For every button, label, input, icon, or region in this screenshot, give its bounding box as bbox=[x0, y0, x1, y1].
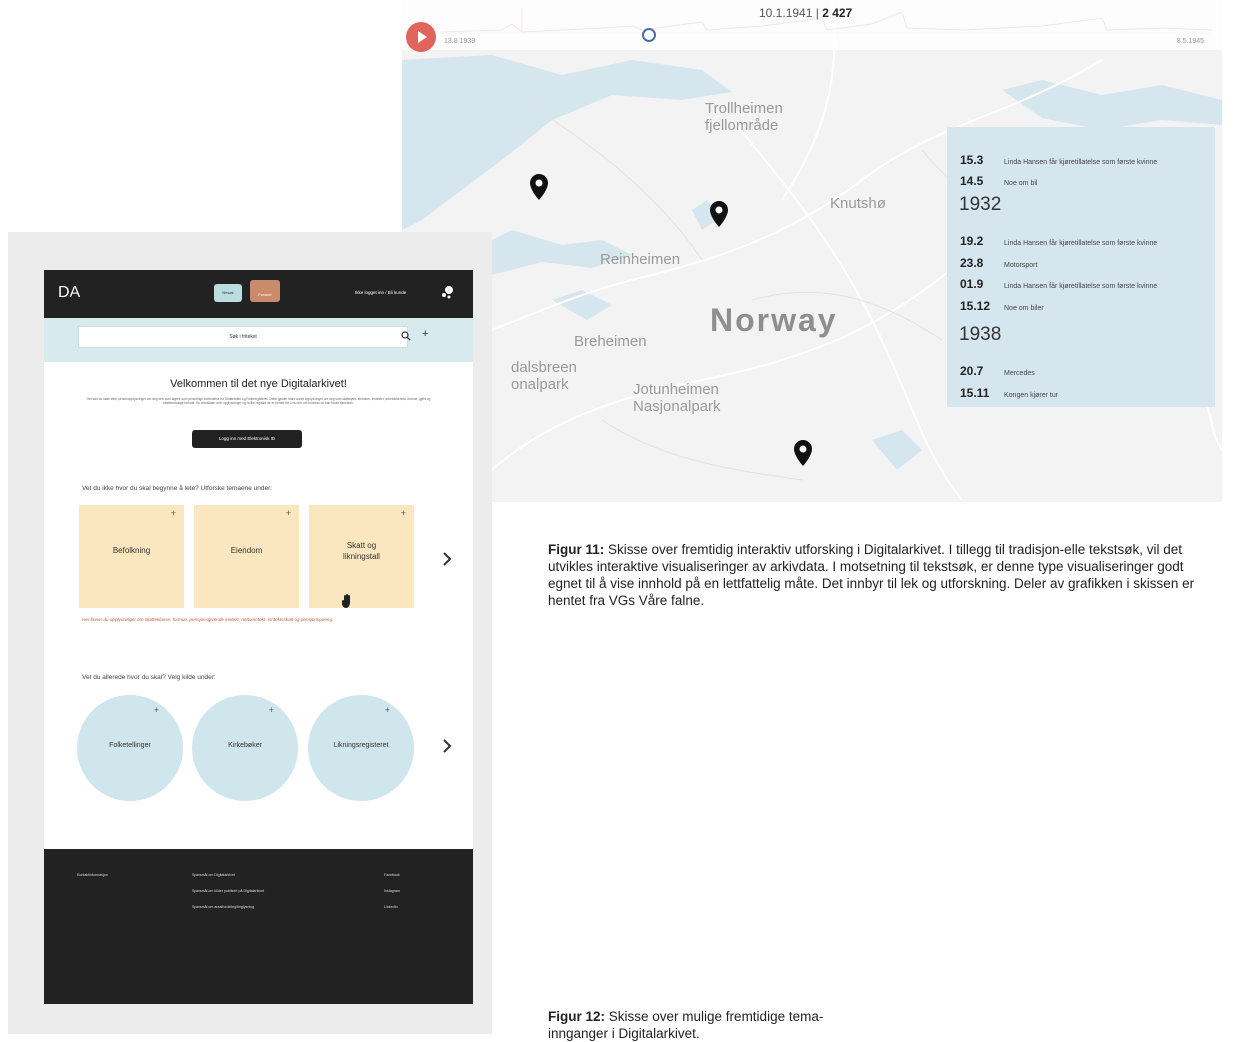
map-label-trollheimen: Trollheimen fjellområde bbox=[705, 100, 783, 134]
source-folketellinger[interactable]: + Folketellinger bbox=[77, 695, 183, 801]
theme-note: Her finner du opplysninger om skatteklas… bbox=[82, 617, 334, 622]
website-mockup: DA Besøk Forsker Ikke logget inn / Bli k… bbox=[44, 270, 473, 1004]
play-button[interactable] bbox=[406, 22, 436, 52]
map-pin-icon[interactable] bbox=[794, 440, 812, 466]
themes-title: Vet du ikke hvor du skal begynne å lete?… bbox=[82, 485, 273, 492]
site-header: DA Besøk Forsker Ikke logget inn / Bli k… bbox=[44, 270, 473, 318]
add-button[interactable]: + bbox=[422, 328, 428, 340]
timeline-start-label: 13.8.1939 bbox=[444, 38, 476, 45]
theme-card-skatt[interactable]: + Skatt og likningstall bbox=[309, 505, 414, 608]
search-icon[interactable] bbox=[401, 331, 411, 341]
figure-12-caption: Figur 12: Skisse over mulige fremtidige … bbox=[548, 1009, 824, 1041]
site-logo[interactable]: DA bbox=[58, 284, 80, 302]
event-row[interactable]: 01.9 Linda Hansen får kjøretillatelse som… bbox=[960, 275, 1157, 291]
researcher-bubble[interactable]: Forsker bbox=[250, 280, 280, 302]
timeline-readout: 10.1.1941 | 2 427 bbox=[759, 6, 853, 20]
login-bankid-button[interactable]: Logg inn med Elektronisk ID bbox=[192, 430, 302, 448]
plus-icon: + bbox=[153, 705, 159, 715]
visitor-bubble[interactable]: Besøk bbox=[214, 284, 242, 302]
figure-11-caption: Figur 11: Skisse over fremtidig interakt… bbox=[548, 542, 1195, 608]
map-label-reinheimen: Reinheimen bbox=[600, 251, 681, 268]
event-row[interactable]: 19.2 Linda Hansen får kjøretillatelse som… bbox=[960, 232, 1157, 248]
map-label-dalsbreen: dalsbreen onalpark bbox=[511, 359, 577, 393]
footer-link-linkedin[interactable]: LinkedIn bbox=[384, 905, 398, 909]
map-label-norway: Norway bbox=[710, 302, 838, 338]
footer-link[interactable]: Spørsmål om kilder publisert på Digitala… bbox=[192, 889, 264, 893]
event-row[interactable]: 23.8 Motorsport bbox=[960, 254, 1037, 270]
event-row[interactable]: 15.3 Linda Hansen får kjøretillatelse som… bbox=[960, 151, 1157, 167]
hand-cursor-icon bbox=[342, 594, 350, 608]
event-row[interactable]: 20.7 Mercedes bbox=[960, 362, 1035, 378]
search-input[interactable]: Søk i fritekst bbox=[78, 326, 408, 348]
plus-icon: + bbox=[400, 508, 406, 518]
profile-icon[interactable] bbox=[440, 284, 456, 300]
sources-next-chevron-icon[interactable] bbox=[442, 738, 452, 754]
themes-next-chevron-icon[interactable] bbox=[442, 551, 452, 567]
map-pin-icon[interactable] bbox=[710, 201, 728, 227]
source-likningsregisteret[interactable]: + Likningsregisteret bbox=[308, 695, 414, 801]
map-label-jotunheimen: Jotunheimen Nasjonalpark bbox=[633, 381, 721, 415]
source-kirkeboker[interactable]: + Kirkebøker bbox=[192, 695, 298, 801]
intro-text: Her kan du søke etter personopplysninger… bbox=[86, 397, 431, 406]
event-year: 1932 bbox=[959, 194, 1002, 215]
footer-link[interactable]: Spørsmål om arealfordeling/tinglysning bbox=[192, 905, 254, 909]
timeline-end-label: 8.5.1945 bbox=[1176, 38, 1204, 45]
theme-card-eiendom[interactable]: + Eiendom bbox=[194, 505, 299, 608]
map-label-knutsho: Knutshø bbox=[830, 195, 886, 212]
map-pin-icon[interactable] bbox=[530, 174, 548, 200]
footer-link-facebook[interactable]: Facebook bbox=[384, 873, 400, 877]
event-row[interactable]: 14.5 Noe om bil bbox=[960, 172, 1037, 188]
footer-link[interactable]: Kontaktinformasjon bbox=[77, 873, 108, 877]
plus-icon: + bbox=[170, 508, 176, 518]
sources-title: Vet du allerede hvor du skal? Velg kilde… bbox=[82, 674, 216, 681]
website-mockup-frame: DA Besøk Forsker Ikke logget inn / Bli k… bbox=[8, 232, 492, 1034]
login-link[interactable]: Ikke logget inn / Bli kunde bbox=[355, 290, 406, 295]
timeline-handle[interactable] bbox=[641, 28, 656, 42]
map-label-breheimen: Breheimen bbox=[574, 333, 647, 350]
plus-icon: + bbox=[285, 508, 291, 518]
events-panel: 15.3 Linda Hansen får kjøretillatelse som… bbox=[947, 127, 1215, 407]
site-footer: Kontaktinformasjon Spørsmål om Digitalar… bbox=[44, 849, 473, 1004]
footer-link[interactable]: Spørsmål om Digitalarkivet bbox=[192, 873, 235, 877]
plus-icon: + bbox=[268, 705, 274, 715]
event-year: 1938 bbox=[959, 324, 1002, 345]
welcome-title: Velkommen til det nye Digitalarkivet! bbox=[170, 378, 347, 390]
timeline-date: 10.1.1941 bbox=[759, 6, 813, 20]
event-row[interactable]: 15.12 Noe om biler bbox=[960, 297, 1044, 313]
theme-card-befolkning[interactable]: + Befolkning bbox=[79, 505, 184, 608]
footer-link-instagram[interactable]: Instagram bbox=[384, 889, 400, 893]
event-row[interactable]: 15.11 Kongen kjører tur bbox=[960, 384, 1058, 400]
search-section: Søk i fritekst + bbox=[44, 318, 473, 362]
timeline-bar[interactable]: 10.1.1941 | 2 427 13.8.1939 8.5.1945 bbox=[402, 0, 1222, 52]
map-visualization[interactable]: Trollheimen fjellområde Knutshø Reinheim… bbox=[402, 0, 1222, 502]
timeline-count: 2 427 bbox=[822, 6, 853, 20]
plus-icon: + bbox=[384, 705, 390, 715]
